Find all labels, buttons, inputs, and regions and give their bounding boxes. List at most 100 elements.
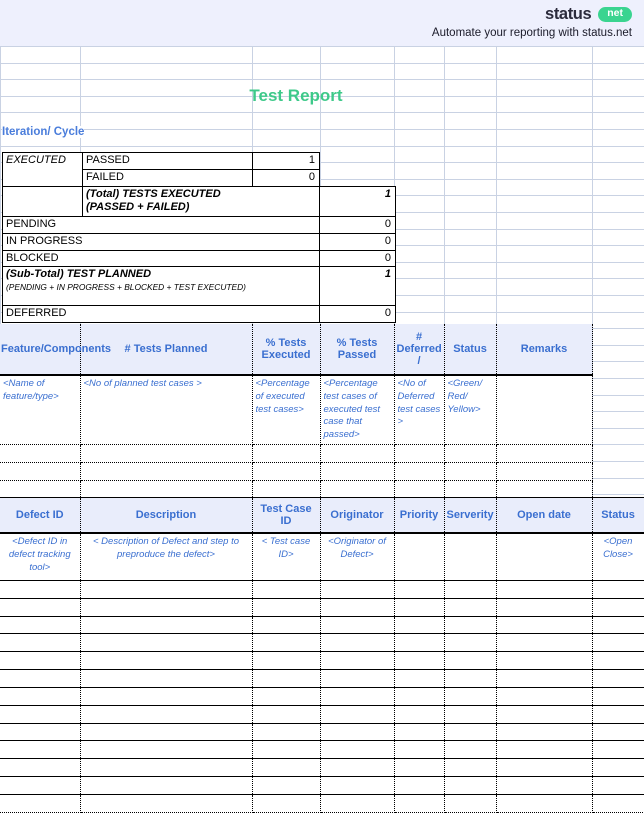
feature-empty-cell[interactable] [79, 444, 253, 463]
defect-empty-cell[interactable] [251, 723, 321, 742]
defect-empty-cell[interactable] [79, 740, 253, 760]
defect-empty-cell[interactable] [393, 776, 445, 795]
defect-empty-cell[interactable] [319, 669, 395, 688]
defect-empty-cell[interactable] [591, 598, 644, 617]
feature-empty-cell[interactable] [443, 480, 497, 499]
defect-empty-cell[interactable] [443, 740, 497, 760]
defect-empty-cell[interactable] [79, 580, 253, 599]
defect-empty-cell[interactable] [393, 651, 445, 671]
defect-empty-cell[interactable] [495, 687, 593, 706]
defect-empty-cell[interactable] [495, 598, 593, 617]
defect-empty-cell[interactable] [251, 705, 321, 724]
feature-cell-4[interactable]: <No of Deferred test cases > [393, 375, 445, 446]
feature-empty-cell[interactable] [393, 444, 445, 463]
defect-empty-cell[interactable] [393, 740, 445, 760]
defect-empty-cell[interactable] [393, 687, 445, 706]
defect-empty-cell[interactable] [79, 776, 253, 795]
defect-empty-cell[interactable] [79, 723, 253, 742]
feature-empty-cell[interactable] [495, 462, 593, 481]
defect-empty-cell[interactable] [495, 723, 593, 742]
defect-empty-cell[interactable] [251, 598, 321, 617]
defect-empty-cell[interactable] [319, 616, 395, 635]
defect-empty-cell[interactable] [251, 758, 321, 777]
defect-cell-5[interactable] [443, 533, 497, 581]
defect-empty-cell[interactable] [443, 794, 497, 813]
defect-empty-cell[interactable] [0, 633, 81, 653]
defect-empty-cell[interactable] [0, 758, 81, 777]
defect-empty-cell[interactable] [79, 598, 253, 617]
defect-empty-cell[interactable] [443, 633, 497, 653]
defect-cell-1[interactable]: < Description of Defect and step to prep… [79, 533, 253, 581]
defect-cell-2[interactable]: < Test case ID> [251, 533, 321, 581]
defect-empty-cell[interactable] [319, 705, 395, 724]
feature-cell-1[interactable]: <No of planned test cases > [79, 375, 253, 446]
defect-empty-cell[interactable] [251, 616, 321, 635]
defect-empty-cell[interactable] [495, 669, 593, 688]
feature-empty-cell[interactable] [393, 480, 445, 499]
defect-empty-cell[interactable] [0, 651, 81, 671]
defect-empty-cell[interactable] [443, 723, 497, 742]
feature-empty-cell[interactable] [319, 480, 395, 499]
defect-empty-cell[interactable] [393, 723, 445, 742]
defect-empty-cell[interactable] [393, 633, 445, 653]
defect-empty-cell[interactable] [0, 616, 81, 635]
feature-empty-cell[interactable] [79, 462, 253, 481]
defect-empty-cell[interactable] [443, 705, 497, 724]
defect-empty-cell[interactable] [591, 633, 644, 653]
defect-cell-6[interactable] [495, 533, 593, 581]
defect-empty-cell[interactable] [495, 633, 593, 653]
defect-empty-cell[interactable] [319, 598, 395, 617]
defect-empty-cell[interactable] [0, 740, 81, 760]
feature-empty-cell[interactable] [0, 462, 81, 481]
defect-empty-cell[interactable] [319, 633, 395, 653]
defect-empty-cell[interactable] [495, 616, 593, 635]
defect-cell-7[interactable]: <Open Close> [591, 533, 644, 581]
feature-empty-cell[interactable] [251, 462, 321, 481]
defect-empty-cell[interactable] [393, 669, 445, 688]
defect-empty-cell[interactable] [443, 598, 497, 617]
feature-empty-cell[interactable] [251, 444, 321, 463]
feature-cell-2[interactable]: <Percentage of executed test cases> [251, 375, 321, 446]
feature-empty-cell[interactable] [393, 462, 445, 481]
defect-empty-cell[interactable] [0, 687, 81, 706]
defect-empty-cell[interactable] [79, 669, 253, 688]
defect-cell-0[interactable]: <Defect ID in defect tracking tool> [0, 533, 81, 581]
defect-empty-cell[interactable] [495, 580, 593, 599]
defect-empty-cell[interactable] [393, 598, 445, 617]
defect-empty-cell[interactable] [251, 580, 321, 599]
feature-cell-0[interactable]: <Name of feature/type> [0, 375, 81, 446]
defect-empty-cell[interactable] [443, 687, 497, 706]
defect-empty-cell[interactable] [393, 616, 445, 635]
defect-empty-cell[interactable] [443, 669, 497, 688]
defect-empty-cell[interactable] [251, 740, 321, 760]
feature-cell-3[interactable]: <Percentage test cases of executed test … [319, 375, 395, 446]
defect-empty-cell[interactable] [79, 794, 253, 813]
feature-empty-cell[interactable] [443, 462, 497, 481]
feature-empty-cell[interactable] [319, 462, 395, 481]
defect-empty-cell[interactable] [251, 651, 321, 671]
defect-empty-cell[interactable] [319, 758, 395, 777]
defect-empty-cell[interactable] [79, 758, 253, 777]
defect-empty-cell[interactable] [319, 794, 395, 813]
feature-empty-cell[interactable] [319, 444, 395, 463]
defect-empty-cell[interactable] [251, 776, 321, 795]
defect-empty-cell[interactable] [591, 687, 644, 706]
defect-empty-cell[interactable] [443, 776, 497, 795]
defect-empty-cell[interactable] [591, 723, 644, 742]
feature-cell-6[interactable] [495, 375, 593, 446]
defect-empty-cell[interactable] [591, 705, 644, 724]
defect-empty-cell[interactable] [79, 633, 253, 653]
defect-empty-cell[interactable] [319, 776, 395, 795]
defect-empty-cell[interactable] [591, 794, 644, 813]
defect-empty-cell[interactable] [319, 723, 395, 742]
defect-empty-cell[interactable] [0, 794, 81, 813]
defect-empty-cell[interactable] [0, 723, 81, 742]
defect-empty-cell[interactable] [591, 616, 644, 635]
defect-empty-cell[interactable] [591, 580, 644, 599]
defect-empty-cell[interactable] [591, 669, 644, 688]
feature-cell-5[interactable]: <Green/ Red/ Yellow> [443, 375, 497, 446]
defect-empty-cell[interactable] [495, 651, 593, 671]
feature-empty-cell[interactable] [79, 480, 253, 499]
defect-empty-cell[interactable] [443, 758, 497, 777]
defect-empty-cell[interactable] [79, 705, 253, 724]
